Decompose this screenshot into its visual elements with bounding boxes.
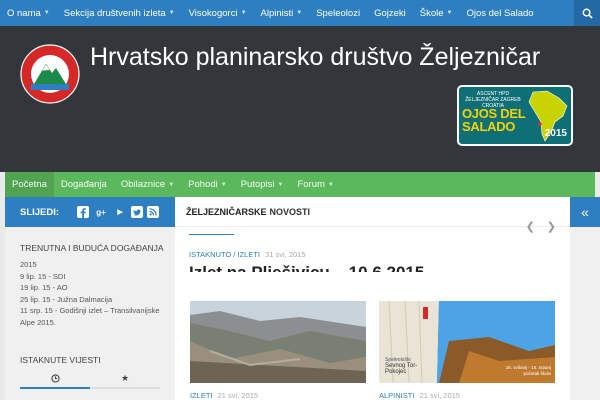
- main-content: ŽELJEZNIČARSKE NOVOSTI ❮ ❯ ISTAKNUTO / I…: [175, 197, 570, 400]
- chevron-down-icon: ▼: [327, 181, 334, 188]
- post-date: 21 svi, 2015: [419, 391, 460, 400]
- events-year: 2015: [20, 260, 37, 269]
- event-item-continued[interactable]: Alpe 2015.: [20, 317, 170, 329]
- topnav-item-label: Sekcija društvenih izleta: [63, 7, 166, 19]
- club-logo[interactable]: [20, 44, 80, 104]
- topnav-item-label: O nama: [7, 7, 41, 19]
- mainnav-item-label: Putopisi: [240, 179, 275, 190]
- follow-bar: SLIJEDI: g+ ▶: [5, 197, 175, 227]
- topnav-item-label: Škole: [419, 7, 444, 19]
- post-category[interactable]: IZLETI: [190, 391, 213, 400]
- chevron-down-icon: ▼: [220, 181, 227, 188]
- follow-label: SLIJEDI:: [20, 206, 60, 218]
- image-caption-line: 16. svibanj - 15. srpanj: [505, 365, 551, 370]
- topnav-item-label: Alpinisti: [260, 7, 294, 19]
- main-navigation: Početna Događanja Obilaznice ▼ Pohodi ▼ Pu…: [5, 172, 595, 197]
- image-caption-line: Pokojec: [385, 369, 407, 375]
- mainnav-item-label: Početna: [12, 179, 47, 190]
- post-date: 21 svi, 2015: [217, 391, 259, 400]
- slide-title[interactable]: Izlet na Plješivicu – 10.6.2015.: [189, 263, 559, 272]
- topnav-item-ojos-del-salado[interactable]: Ojos del Salado: [459, 0, 540, 26]
- chevron-down-icon: ▼: [277, 181, 284, 188]
- chevron-down-icon: ▼: [168, 10, 175, 16]
- featured-heading: ISTAKNUTE VIJESTI: [20, 355, 101, 365]
- post-meta: ALPINISTI 21 svi, 2015: [379, 391, 460, 400]
- left-sidebar: SLIJEDI: g+ ▶ TRENUTNA I BUDUĆA DOGAĐANJ…: [5, 197, 175, 400]
- mainnav-item-label: Pohodi: [188, 179, 218, 190]
- twitter-icon[interactable]: [131, 206, 144, 218]
- chevron-down-icon: ▼: [446, 10, 453, 16]
- event-item[interactable]: 25 lip. 15 - Južna Dalmacija: [20, 294, 170, 306]
- section-heading-prefix: ŽELJEZNIČARSKE: [186, 206, 267, 217]
- chevron-left-icon[interactable]: ❮: [526, 220, 535, 233]
- topnav-item-skole[interactable]: Škole ▼: [413, 0, 460, 26]
- site-header: Hrvatsko planinarsko društvo Željezničar…: [0, 26, 600, 172]
- clock-icon: [50, 373, 60, 383]
- chevron-down-icon: ▼: [296, 10, 303, 16]
- facebook-icon[interactable]: [77, 206, 90, 218]
- tab-recent[interactable]: [20, 369, 90, 389]
- mainnav-item-label: Obilaznice: [120, 179, 166, 190]
- topnav-item-label: Gojzeki: [374, 7, 406, 19]
- topnav-item-label: Speleolozi: [316, 7, 361, 19]
- double-chevron-left-icon: «: [581, 204, 589, 220]
- events-list: 2015 9 lip. 15 - SDI 19 lip. 15 - AO 25 …: [20, 259, 170, 328]
- events-heading: TRENUTNA I BUDUĆA DOGAĐANJA: [20, 243, 164, 253]
- chevron-down-icon: ▼: [240, 10, 247, 16]
- featured-tabs: ★: [20, 369, 160, 389]
- chevron-down-icon: ▼: [168, 181, 175, 188]
- banner-title-line2: SALADO: [462, 119, 516, 134]
- post-meta: IZLETI 21 svi, 2015: [190, 391, 258, 400]
- mainnav-item-obilaznice[interactable]: Obilaznice ▼: [114, 172, 181, 197]
- topnav-item-visokogorci[interactable]: Visokogorci ▼: [182, 0, 254, 26]
- slider-controls: ❮ ❯: [526, 220, 556, 233]
- heading-underline: [189, 234, 234, 235]
- ojos-del-salado-banner[interactable]: ASCENT HPD ŽELJEZNIČAR ZAGREB CROATIA OJ…: [457, 85, 573, 146]
- banner-title: OJOS DEL SALADO: [462, 107, 526, 134]
- tab-popular[interactable]: ★: [90, 369, 160, 389]
- youtube-icon[interactable]: ▶: [113, 206, 127, 218]
- image-text-left: Speleološki Sevnog Tor- Pokojec: [385, 357, 417, 375]
- event-item[interactable]: 11 srp. 15 - Godišnji izlet – Transilvan…: [20, 305, 170, 317]
- post-thumbnail-izleti[interactable]: [190, 301, 366, 383]
- site-title[interactable]: Hrvatsko planinarsko društvo Željezničar: [90, 43, 540, 72]
- event-item[interactable]: 9 lip. 15 - SDI: [20, 271, 170, 283]
- mainnav-item-dogadanja[interactable]: Događanja: [54, 172, 114, 197]
- topnav-item-alpinisti[interactable]: Alpinisti ▼: [254, 0, 310, 26]
- slide-date: 31 svi, 2015: [265, 250, 306, 259]
- topnav-item-label: Ojos del Salado: [466, 7, 534, 19]
- mainnav-item-pohodi[interactable]: Pohodi ▼: [181, 172, 234, 197]
- mainnav-item-label: Događanja: [60, 179, 107, 190]
- post-category[interactable]: ALPINISTI: [379, 391, 414, 400]
- rss-icon[interactable]: [147, 206, 160, 218]
- star-icon: ★: [120, 372, 130, 383]
- topnav-item-speleolozi[interactable]: Speleolozi: [309, 0, 367, 26]
- chevron-down-icon: ▼: [43, 10, 50, 16]
- chevron-right-icon[interactable]: ❯: [547, 220, 556, 233]
- banner-year: 2015: [544, 128, 567, 139]
- section-heading: ŽELJEZNIČARSKE NOVOSTI: [175, 197, 570, 227]
- mountain-photo: [190, 301, 366, 383]
- image-text-right: 16. svibanj - 15. srpanj početak škole: [506, 365, 551, 376]
- topnav-item-gojzeki[interactable]: Gojzeki: [367, 0, 413, 26]
- topnav-item-sekcija[interactable]: Sekcija društvenih izleta ▼: [57, 0, 182, 26]
- topnav-item-label: Visokogorci: [188, 7, 238, 19]
- mainnav-item-label: Forum: [297, 179, 325, 190]
- top-navigation: O nama ▼ Sekcija društvenih izleta ▼ Visok…: [0, 0, 600, 26]
- event-item[interactable]: 19 lip. 15 - AO: [20, 282, 170, 294]
- section-heading-title: NOVOSTI: [269, 206, 311, 217]
- search-button[interactable]: [574, 0, 600, 26]
- topnav-item-o-nama[interactable]: O nama ▼: [0, 0, 57, 26]
- mainnav-item-putopisi[interactable]: Putopisi ▼: [234, 172, 291, 197]
- mainnav-item-pocetna[interactable]: Početna: [5, 172, 54, 197]
- right-sidebar: «: [570, 197, 600, 400]
- slide-meta: ISTAKNUTO / IZLETI 31 svi, 2015: [189, 250, 306, 259]
- slide-category[interactable]: ISTAKNUTO / IZLETI: [189, 250, 260, 259]
- mainnav-item-forum[interactable]: Forum ▼: [290, 172, 340, 197]
- search-icon: [582, 8, 593, 19]
- sidebar-toggle-button[interactable]: «: [570, 197, 600, 227]
- google-plus-icon[interactable]: g+: [93, 206, 109, 218]
- post-thumbnail-alpinisti[interactable]: Speleološki Sevnog Tor- Pokojec 16. svib…: [379, 301, 555, 383]
- image-caption-line: početak škole: [523, 370, 551, 376]
